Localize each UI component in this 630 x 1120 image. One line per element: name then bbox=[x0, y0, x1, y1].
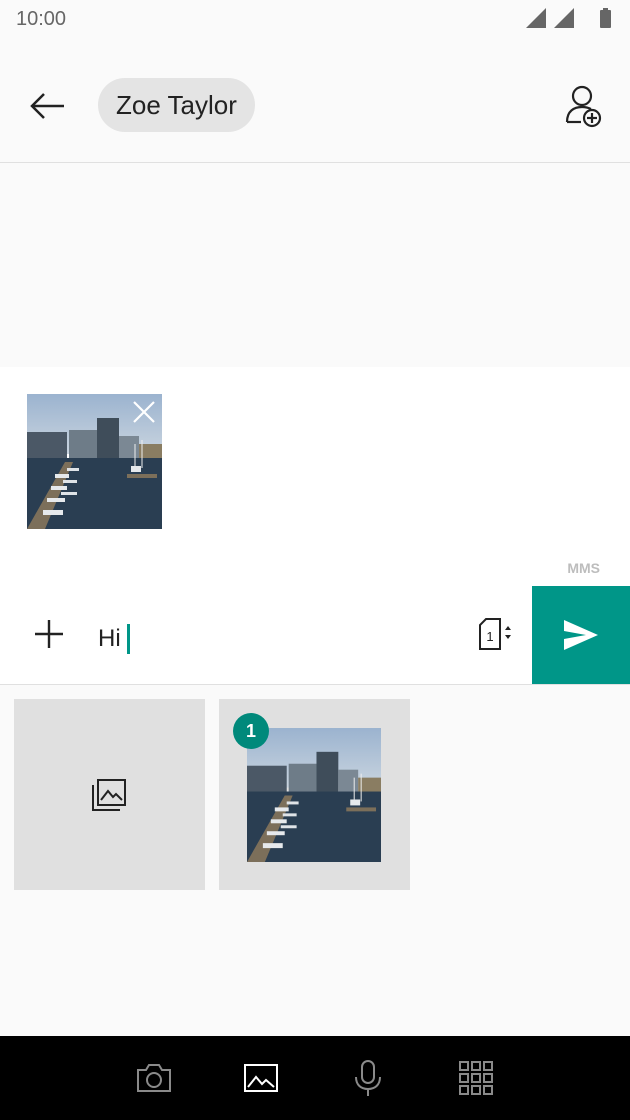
media-picker: 1 bbox=[0, 686, 630, 1036]
add-person-icon bbox=[565, 85, 602, 128]
signal-icon bbox=[526, 8, 546, 28]
photo-library-icon bbox=[92, 779, 126, 811]
arrow-left-icon bbox=[30, 93, 64, 119]
audio-tab[interactable] bbox=[348, 1058, 388, 1098]
back-button[interactable] bbox=[22, 86, 72, 126]
plus-icon bbox=[35, 620, 63, 648]
microphone-icon bbox=[355, 1060, 381, 1096]
attachment-thumbnail[interactable] bbox=[27, 394, 162, 529]
camera-tab[interactable] bbox=[134, 1058, 174, 1098]
camera-icon bbox=[137, 1064, 171, 1092]
keypad-icon bbox=[459, 1061, 493, 1095]
send-button[interactable] bbox=[532, 586, 630, 684]
message-text: Hi bbox=[98, 625, 121, 652]
send-icon bbox=[564, 620, 598, 650]
text-cursor bbox=[126, 624, 130, 654]
battery-icon bbox=[600, 10, 611, 28]
image-tab[interactable] bbox=[241, 1058, 281, 1098]
compose-area: MMS Hi 1 bbox=[0, 367, 630, 685]
signal-icon bbox=[554, 8, 574, 28]
media-type-bar bbox=[0, 1036, 630, 1120]
harbor-photo bbox=[247, 728, 381, 862]
contact-chip[interactable]: Zoe Taylor bbox=[98, 78, 255, 132]
message-type-label: MMS bbox=[567, 560, 600, 576]
photo-thumbnail bbox=[247, 728, 381, 862]
photo-tile[interactable]: 1 bbox=[219, 699, 410, 890]
conversation-area bbox=[0, 164, 630, 367]
close-icon bbox=[133, 401, 155, 423]
app-bar: Zoe Taylor bbox=[0, 40, 630, 163]
gallery-tile[interactable] bbox=[14, 699, 205, 890]
status-icons bbox=[526, 8, 611, 28]
more-tab[interactable] bbox=[456, 1058, 496, 1098]
status-bar: 10:00 bbox=[0, 0, 630, 40]
remove-attachment-button[interactable] bbox=[130, 398, 158, 426]
sim-card-icon: 1 bbox=[479, 618, 511, 650]
messaging-screen: 10:00 Zoe Taylor MMS Hi 1 1 bbox=[0, 0, 630, 1120]
add-attachment-button[interactable] bbox=[32, 617, 66, 651]
status-time: 10:00 bbox=[16, 8, 67, 30]
add-contact-button[interactable] bbox=[564, 84, 604, 128]
sim-selector-button[interactable]: 1 bbox=[476, 617, 516, 651]
selection-count-badge: 1 bbox=[233, 713, 269, 749]
message-input[interactable]: Hi bbox=[98, 619, 130, 659]
image-icon bbox=[244, 1064, 278, 1092]
sim-number: 1 bbox=[486, 629, 493, 644]
